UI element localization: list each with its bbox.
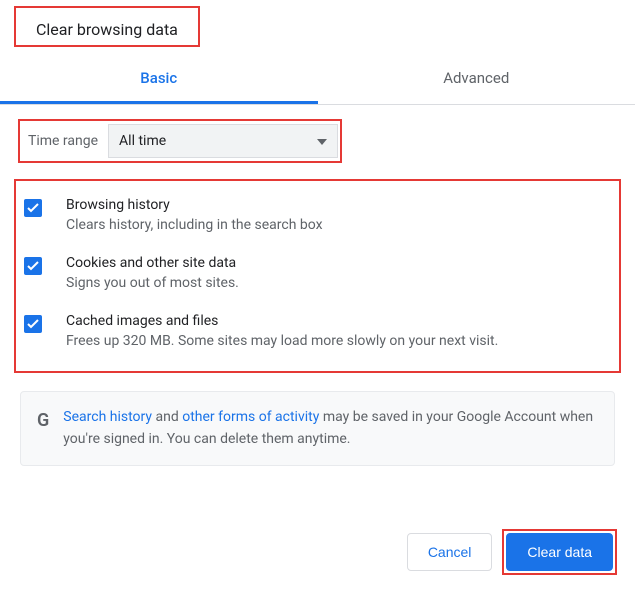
option-row: Browsing history Clears history, includi… [20,187,615,245]
other-activity-link[interactable]: other forms of activity [182,409,319,425]
dialog-title: Clear browsing data [16,8,198,45]
info-box: G Search history and other forms of acti… [20,391,615,466]
google-icon: G [37,410,49,431]
option-subtitle: Frees up 320 MB. Some sites may load mor… [66,333,609,349]
option-title: Browsing history [66,197,609,213]
check-icon [27,319,39,329]
chevron-down-icon [317,133,327,149]
tabs: Basic Advanced [0,55,635,105]
option-title: Cookies and other site data [66,255,609,271]
clear-data-button[interactable]: Clear data [506,533,613,571]
tab-basic[interactable]: Basic [0,55,318,104]
checkbox-browsing-history[interactable] [24,199,42,217]
check-icon [27,203,39,213]
time-range-row: Time range All time [18,119,342,163]
check-icon [27,261,39,271]
option-title: Cached images and files [66,313,609,329]
option-subtitle: Clears history, including in the search … [66,217,609,233]
tab-advanced[interactable]: Advanced [318,55,635,104]
option-subtitle: Signs you out of most sites. [66,275,609,291]
dialog-buttons: Cancel Clear data [407,529,617,575]
option-row: Cookies and other site data Signs you ou… [20,245,615,303]
search-history-link[interactable]: Search history [63,409,152,425]
info-text: Search history and other forms of activi… [63,406,604,451]
checkbox-cookies[interactable] [24,257,42,275]
cancel-button[interactable]: Cancel [407,533,493,571]
time-range-value: All time [119,133,166,149]
checkbox-cached[interactable] [24,315,42,333]
time-range-label: Time range [22,123,108,159]
options-block: Browsing history Clears history, includi… [14,179,621,373]
option-row: Cached images and files Frees up 320 MB.… [20,303,615,361]
time-range-select[interactable]: All time [108,124,338,158]
